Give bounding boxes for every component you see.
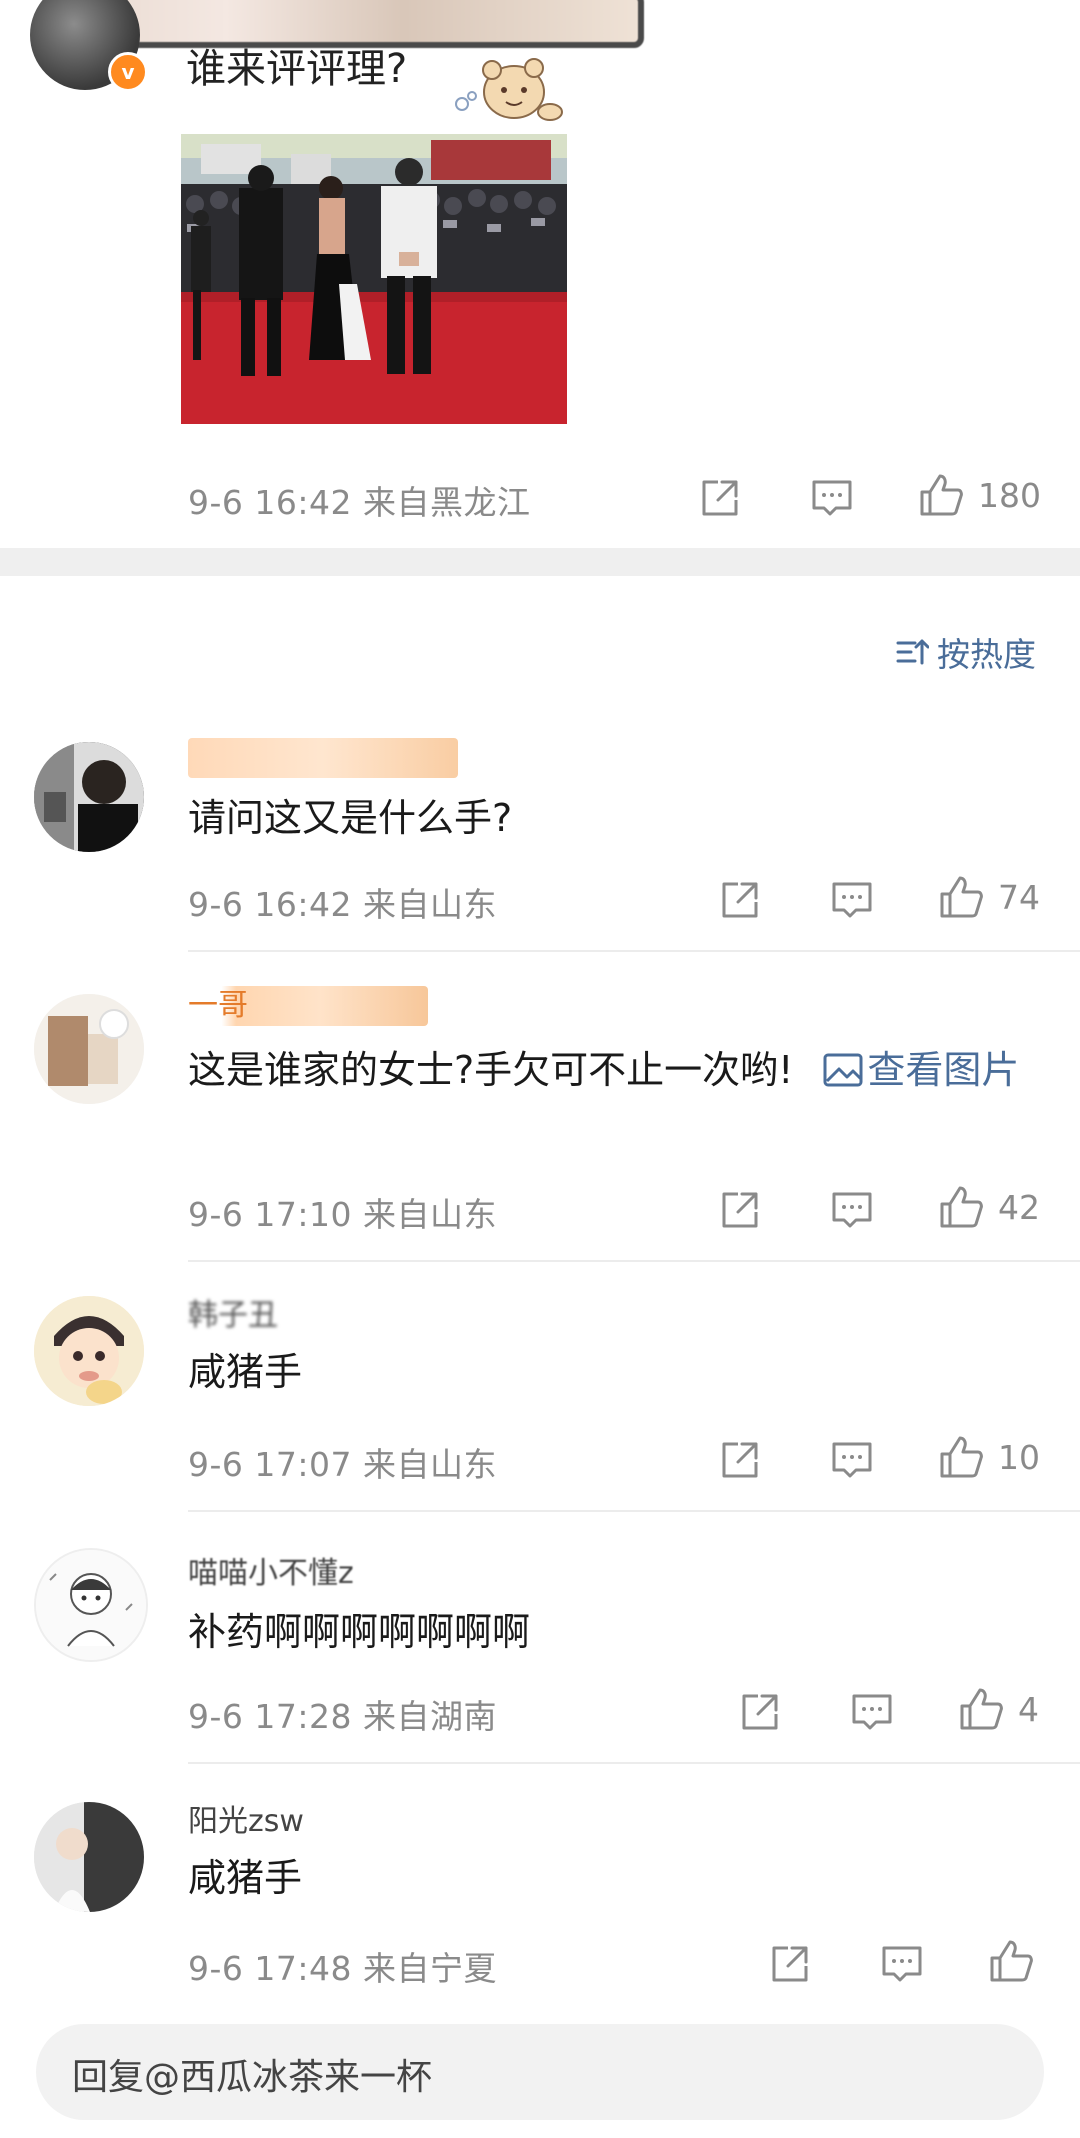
comment-text: 咸猪手 — [188, 1350, 303, 1394]
comment-share-button[interactable] — [768, 1942, 812, 1986]
comment-meta: 9-6 17:28 来自湖南 — [188, 1697, 497, 1736]
share-icon — [702, 480, 738, 516]
section-divider — [0, 548, 1080, 576]
comment-icon — [812, 480, 852, 516]
share-icon — [722, 882, 758, 918]
comment-icon — [832, 882, 872, 918]
comment-divider — [188, 1510, 1080, 1512]
comment-meta: 9-6 17:07 来自山东 — [188, 1445, 497, 1484]
view-image-link-text: 查看图片 — [867, 1048, 1020, 1092]
commenter-name[interactable]: 韩子丑 — [188, 1296, 308, 1336]
comment-reply-button[interactable] — [850, 1690, 894, 1734]
comment-share-button[interactable] — [718, 1188, 762, 1232]
reply-input[interactable]: 回复@西瓜冰茶来一杯 — [36, 2024, 1044, 2120]
comment-icon — [882, 1946, 922, 1982]
share-icon — [722, 1442, 758, 1478]
post-photo[interactable] — [181, 134, 567, 424]
share-icon — [772, 1946, 808, 1982]
thumbs-up-icon — [920, 474, 963, 516]
comment-divider — [188, 1762, 1080, 1764]
post-like-button[interactable]: 180 — [918, 472, 1041, 518]
comment-like-button[interactable]: 4 — [958, 1686, 1039, 1732]
commenter-name-text: 阳光zsw — [188, 1804, 304, 1839]
comment-like-button[interactable]: 10 — [938, 1434, 1040, 1480]
comment-like-button[interactable]: 42 — [938, 1184, 1040, 1230]
image-icon — [823, 1053, 863, 1087]
comment-like-button[interactable] — [988, 1938, 1034, 1984]
comment-share-button[interactable] — [738, 1690, 782, 1734]
bear-sticker-icon — [455, 58, 563, 121]
sort-icon — [896, 639, 929, 665]
share-icon — [722, 1192, 758, 1228]
comment-like-count: 4 — [1018, 1689, 1039, 1729]
commenter-name[interactable]: 一哥 — [188, 986, 428, 1026]
comment-like-button[interactable]: 74 — [938, 874, 1040, 920]
post-comment-button[interactable] — [810, 476, 854, 520]
comment-icon — [832, 1442, 872, 1478]
comment-share-button[interactable] — [718, 1438, 762, 1482]
commenter-avatar[interactable] — [34, 1548, 148, 1662]
comment-icon — [852, 1694, 892, 1730]
thumbs-up-icon — [960, 1688, 1003, 1730]
comment-divider — [188, 1260, 1080, 1262]
sort-by-heat-button[interactable]: 按热度 — [895, 628, 1036, 676]
thumbs-up-icon — [940, 1186, 983, 1228]
view-image-link[interactable]: 查看图片 — [793, 1048, 1019, 1092]
sort-label: 按热度 — [937, 635, 1036, 674]
comment-meta: 9-6 16:42 来自山东 — [188, 885, 497, 924]
comment-text: 请问这又是什么手? — [188, 796, 513, 840]
comment-icon — [832, 1192, 872, 1228]
comment-like-count: 74 — [998, 877, 1040, 917]
comment-like-count: 10 — [998, 1437, 1040, 1477]
comment-body: 这是谁家的女士?手欠可不止一次哟! — [188, 1048, 794, 1092]
comment-reply-button[interactable] — [830, 1438, 874, 1482]
commenter-name[interactable]: 阳光zsw — [188, 1802, 408, 1842]
thumbs-up-icon — [990, 1940, 1033, 1982]
comment-meta: 9-6 17:10 来自山东 — [188, 1195, 497, 1234]
commenter-avatar[interactable] — [34, 1802, 144, 1912]
comment-reply-button[interactable] — [830, 878, 874, 922]
commenter-name[interactable]: 喵喵小不懂z — [188, 1554, 418, 1594]
thumbs-up-icon — [940, 1436, 983, 1478]
post-card: v 谁来评评理? 9-6 16:42 来自黑龙江 180 — [0, 0, 1080, 548]
comment-text: 这是谁家的女士?手欠可不止一次哟! 查看图片 — [188, 1036, 1040, 1104]
commenter-avatar[interactable] — [34, 1296, 144, 1406]
commenter-name-text: 一哥 — [188, 988, 248, 1023]
commenter-name-text: 喵喵小不懂z — [188, 1556, 354, 1591]
comment-text: 咸猪手 — [188, 1856, 303, 1900]
comment-divider — [188, 950, 1080, 952]
share-icon — [742, 1694, 778, 1730]
comment-meta: 9-6 17:48 来自宁夏 — [188, 1949, 497, 1988]
post-share-button[interactable] — [698, 476, 742, 520]
commenter-avatar[interactable] — [34, 742, 144, 852]
post-caption: 谁来评评理? — [186, 46, 408, 92]
verified-badge-icon: v — [108, 52, 148, 92]
comment-share-button[interactable] — [718, 878, 762, 922]
commenter-avatar[interactable] — [34, 994, 144, 1104]
comment-text: 补药啊啊啊啊啊啊啊 — [188, 1610, 531, 1654]
reply-placeholder: 回复@西瓜冰茶来一杯 — [72, 2057, 433, 2098]
commenter-name-blurred[interactable] — [188, 738, 458, 778]
post-meta: 9-6 16:42 来自黑龙江 — [188, 483, 531, 522]
post-like-count: 180 — [978, 475, 1041, 515]
comment-reply-button[interactable] — [880, 1942, 924, 1986]
thumbs-up-icon — [940, 876, 983, 918]
comment-reply-button[interactable] — [830, 1188, 874, 1232]
commenter-name-text: 韩子丑 — [188, 1298, 278, 1333]
comment-like-count: 42 — [998, 1187, 1040, 1227]
